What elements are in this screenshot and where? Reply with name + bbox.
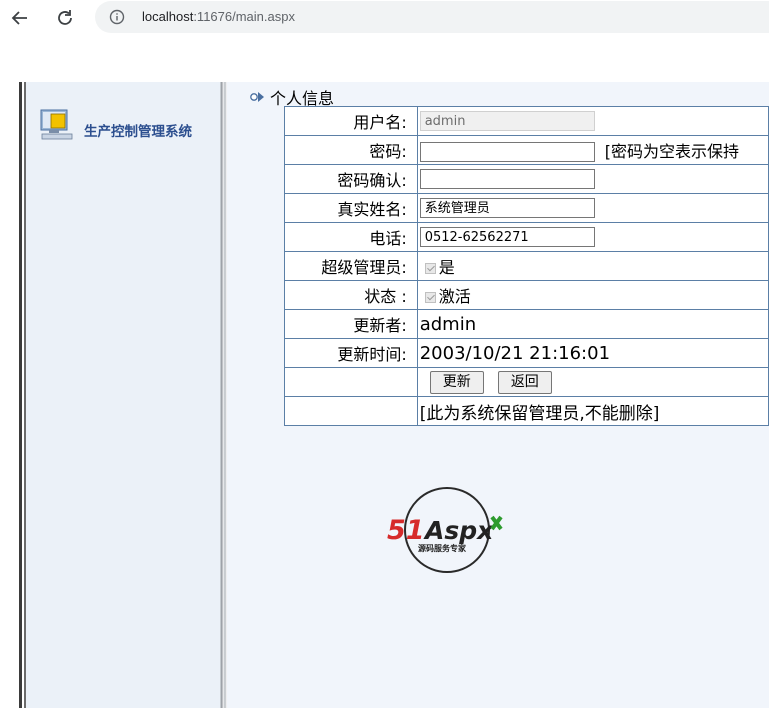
table-row: 密码确认: — [284, 164, 769, 194]
table-row: [此为系统保留管理员,不能删除] — [284, 396, 769, 426]
watermark-logo: 51 Aspx 源码服务专家 — [385, 487, 515, 577]
sidebar-frame — [26, 82, 220, 708]
computer-icon — [39, 108, 75, 142]
password-confirm-field[interactable] — [419, 169, 595, 190]
reserved-admin-notice: [此为系统保留管理员,不能删除] — [416, 396, 769, 426]
superadmin-label: 超级管理员: — [284, 251, 418, 281]
watermark-brand-text: Aspx — [423, 516, 494, 545]
table-row: 更新时间: 2003/10/21 21:16:01 — [284, 338, 769, 368]
browser-toolbar: localhost:11676/main.aspx — [0, 0, 769, 36]
updater-value: admin — [416, 309, 769, 339]
table-row: 更新 返回 — [284, 367, 769, 397]
site-info-icon[interactable] — [109, 9, 125, 25]
updatetime-value: 2003/10/21 21:16:01 — [416, 338, 769, 368]
back-button[interactable]: 返回 — [497, 370, 552, 394]
page-frameset: 生产控制管理系统 个人信息 用户名: admin 密码: [密码为空表示保持 密… — [0, 82, 769, 708]
phone-label: 电话: — [284, 222, 418, 252]
realname-label: 真实姓名: — [284, 193, 418, 223]
url-path: :11676/main.aspx — [193, 9, 295, 24]
frame-border — [19, 82, 22, 708]
watermark-tagline: 源码服务专家 — [418, 543, 467, 553]
updater-label: 更新者: — [284, 309, 418, 339]
url-host: localhost — [142, 9, 194, 24]
empty-cell — [284, 367, 418, 397]
password-field[interactable] — [419, 142, 595, 163]
table-row: 电话: 0512-62562271 — [284, 222, 769, 252]
table-row: 真实姓名: 系统管理员 — [284, 193, 769, 223]
arrow-bullet-icon — [250, 92, 264, 102]
password-hint: [密码为空表示保持 — [604, 141, 739, 161]
reload-icon[interactable] — [53, 6, 77, 30]
table-row: 超级管理员: 是 — [284, 251, 769, 281]
updatetime-label: 更新时间: — [284, 338, 418, 368]
username-field: admin — [419, 111, 595, 132]
password-label: 密码: — [284, 135, 418, 165]
realname-field[interactable]: 系统管理员 — [419, 198, 595, 219]
watermark-brand-51: 51 — [387, 515, 425, 546]
password-confirm-label: 密码确认: — [284, 164, 418, 194]
superadmin-text: 是 — [438, 258, 455, 277]
back-arrow-icon[interactable] — [8, 6, 32, 30]
status-text: 激活 — [438, 287, 471, 306]
status-checkbox — [424, 292, 436, 303]
frame-splitter[interactable] — [220, 82, 227, 708]
phone-field[interactable]: 0512-62562271 — [419, 227, 595, 248]
url-text[interactable]: localhost:11676/main.aspx — [142, 9, 295, 24]
username-label: 用户名: — [284, 106, 418, 136]
superadmin-checkbox — [424, 263, 436, 274]
update-button[interactable]: 更新 — [429, 370, 484, 394]
profile-form: 用户名: admin 密码: [密码为空表示保持 密码确认: 真实姓名: 系统管… — [284, 106, 769, 426]
table-row: 更新者: admin — [284, 309, 769, 339]
table-row: 密码: [密码为空表示保持 — [284, 135, 769, 165]
table-row: 状态 : 激活 — [284, 280, 769, 310]
table-row: 用户名: admin — [284, 106, 769, 136]
system-title: 生产控制管理系统 — [84, 124, 192, 140]
empty-cell — [284, 396, 418, 426]
status-label: 状态 : — [284, 280, 418, 310]
